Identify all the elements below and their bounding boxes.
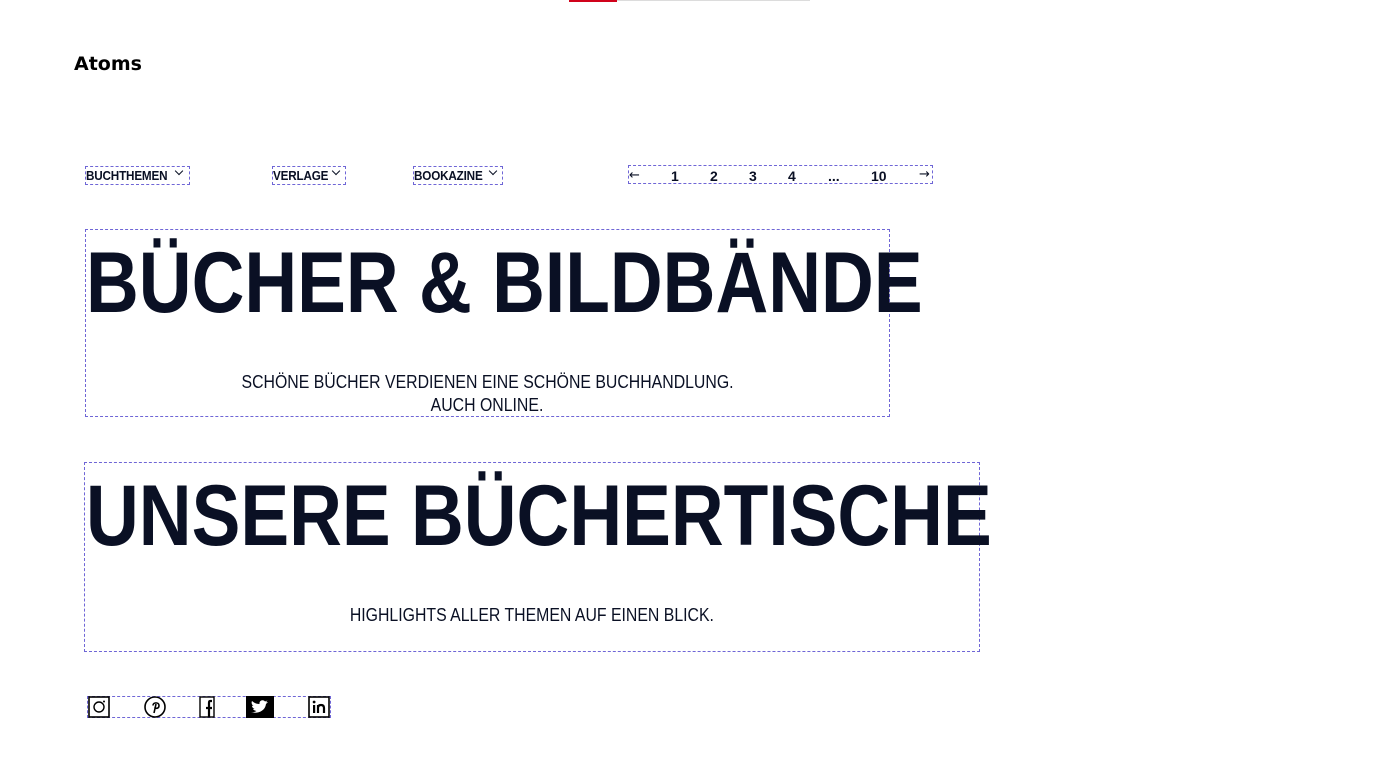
chevron-down-icon: [331, 166, 341, 176]
social-links: [87, 696, 331, 718]
dropdown-verlage[interactable]: VERLAGE: [272, 166, 346, 185]
pagination: ← 1 2 3 4 ... 10 →: [628, 165, 933, 184]
page-ellipsis: ...: [828, 168, 840, 184]
dropdown-label: VERLAGE: [273, 168, 329, 183]
hero-subtitle: HIGHLIGHTS ALLER THEMEN AUF EINEN BLICK.: [85, 604, 979, 627]
hero-subtitle-line: SCHÖNE BÜCHER VERDIENEN EINE SCHÖNE BUCH…: [241, 372, 734, 392]
chevron-down-icon: [174, 166, 184, 176]
pinterest-icon[interactable]: [144, 696, 166, 718]
linkedin-icon[interactable]: [308, 696, 330, 718]
arrow-right-icon[interactable]: →: [919, 168, 930, 181]
dropdown-bookazine[interactable]: BOOKAZINE: [413, 166, 503, 185]
chevron-down-icon: [488, 166, 498, 176]
page-link[interactable]: 1: [671, 169, 679, 183]
dropdown-label: BUCHTHEMEN: [86, 168, 168, 183]
top-progress-accent: [569, 0, 617, 2]
facebook-icon[interactable]: [199, 696, 215, 718]
page-link[interactable]: 3: [749, 169, 757, 183]
hero-title: BÜCHER & BILDBÄNDE: [86, 235, 923, 331]
hero-block: UNSERE BÜCHERTISCHE HIGHLIGHTS ALLER THE…: [84, 462, 992, 652]
hero-subtitle-line: HIGHLIGHTS ALLER THEMEN AUF EINEN BLICK.: [349, 605, 715, 625]
top-progress-bar: [569, 0, 810, 2]
page-link[interactable]: 4: [788, 169, 796, 183]
section-title: Atoms: [74, 53, 142, 75]
instagram-icon[interactable]: [88, 696, 110, 718]
arrow-left-icon[interactable]: ←: [629, 169, 640, 182]
hero-subtitle-line: AUCH ONLINE.: [431, 395, 544, 415]
hero-title: UNSERE BÜCHERTISCHE: [86, 468, 992, 564]
dropdown-buchthemen[interactable]: BUCHTHEMEN: [85, 166, 190, 185]
twitter-icon[interactable]: [246, 696, 274, 718]
page-link[interactable]: 10: [871, 169, 887, 183]
page-link[interactable]: 2: [710, 169, 718, 183]
hero-block: BÜCHER & BILDBÄNDE SCHÖNE BÜCHER VERDIEN…: [85, 229, 923, 417]
hero-subtitle: SCHÖNE BÜCHER VERDIENEN EINE SCHÖNE BUCH…: [86, 371, 889, 417]
dropdown-label: BOOKAZINE: [414, 168, 483, 183]
